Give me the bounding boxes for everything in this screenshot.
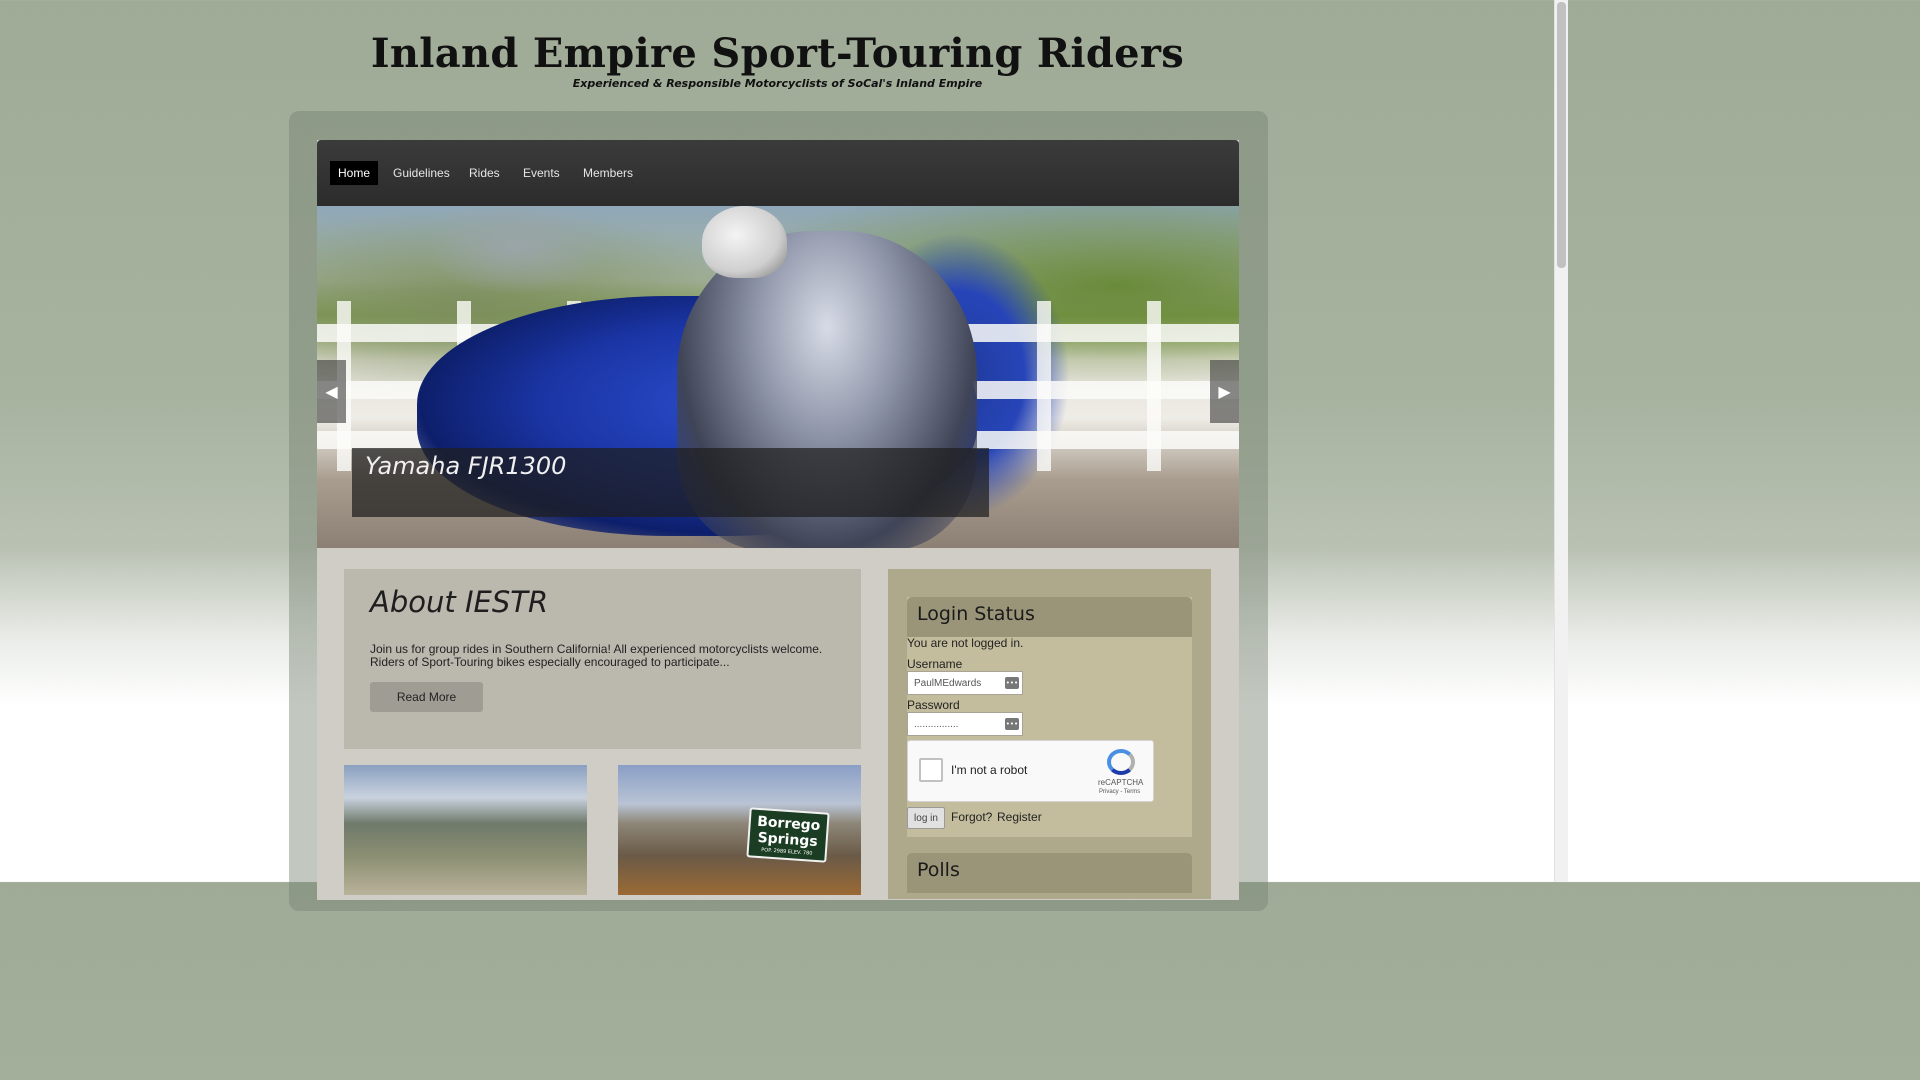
fence-post [1037,301,1051,471]
nav-item-home[interactable]: Home [330,161,379,185]
image-slider: ◀ ▶ Yamaha FJR1300 [317,206,1239,548]
login-panel-header: Login Status [907,597,1192,637]
forgot-link[interactable]: Forgot? [951,810,992,824]
password-manager-icon[interactable]: ••• [1005,718,1019,730]
login-status-text: You are not logged in. [907,636,1024,650]
recaptcha-brand: reCAPTCHA [1098,778,1144,787]
recaptcha-widget: I'm not a robot reCAPTCHA Privacy - Term… [907,740,1154,802]
fence-post [1147,301,1161,471]
register-link[interactable]: Register [997,810,1042,824]
password-label: Password [907,698,960,712]
nav-item-events[interactable]: Events [515,161,568,185]
main-navigation: Home Guidelines Rides Events Members [317,140,1239,206]
read-more-button[interactable]: Read More [370,682,483,712]
ride-photo-mountain-road[interactable] [344,765,587,895]
site-title[interactable]: Inland Empire Sport-Touring Riders [0,30,1555,77]
polls-panel-title: Polls [917,859,960,881]
nav-item-rides[interactable]: Rides [461,161,508,185]
username-label: Username [907,657,963,671]
password-manager-icon[interactable]: ••• [1005,677,1019,689]
about-text-line: Riders of Sport-Touring bikes especially… [370,655,730,669]
nav-item-guidelines[interactable]: Guidelines [385,161,458,185]
nav-item-members[interactable]: Members [575,161,641,185]
borrego-springs-sign: Borrego Springs POP. 2989 ELEV. 780 [746,807,830,863]
slider-prev-arrow-icon[interactable]: ◀ [317,360,346,423]
login-button[interactable]: log in [907,807,945,829]
polls-panel-header: Polls [907,853,1192,893]
site-tagline: Experienced & Responsible Motorcyclists … [572,77,983,90]
helmet-image [702,206,787,278]
recaptcha-logo-icon [1107,749,1135,775]
scrollbar-thumb[interactable] [1557,2,1566,268]
about-title: About IESTR [370,585,549,619]
about-section: About IESTR Join us for group rides in S… [344,569,861,749]
login-panel-title: Login Status [917,603,1035,625]
recaptcha-privacy-terms-links[interactable]: Privacy - Terms [1099,789,1140,795]
slider-next-arrow-icon[interactable]: ▶ [1210,360,1239,423]
recaptcha-label: I'm not a robot [951,763,1028,777]
slide-caption: Yamaha FJR1300 [365,452,567,480]
ride-photo-borrego-springs[interactable]: Borrego Springs POP. 2989 ELEV. 780 [618,765,861,895]
slide-caption-box: Yamaha FJR1300 [352,448,989,517]
login-status-panel: Login Status You are not logged in. User… [907,597,1192,837]
page-scrollbar[interactable] [1554,0,1568,882]
about-text: Join us for group rides in Southern Cali… [370,643,840,669]
recaptcha-checkbox[interactable] [919,758,943,782]
